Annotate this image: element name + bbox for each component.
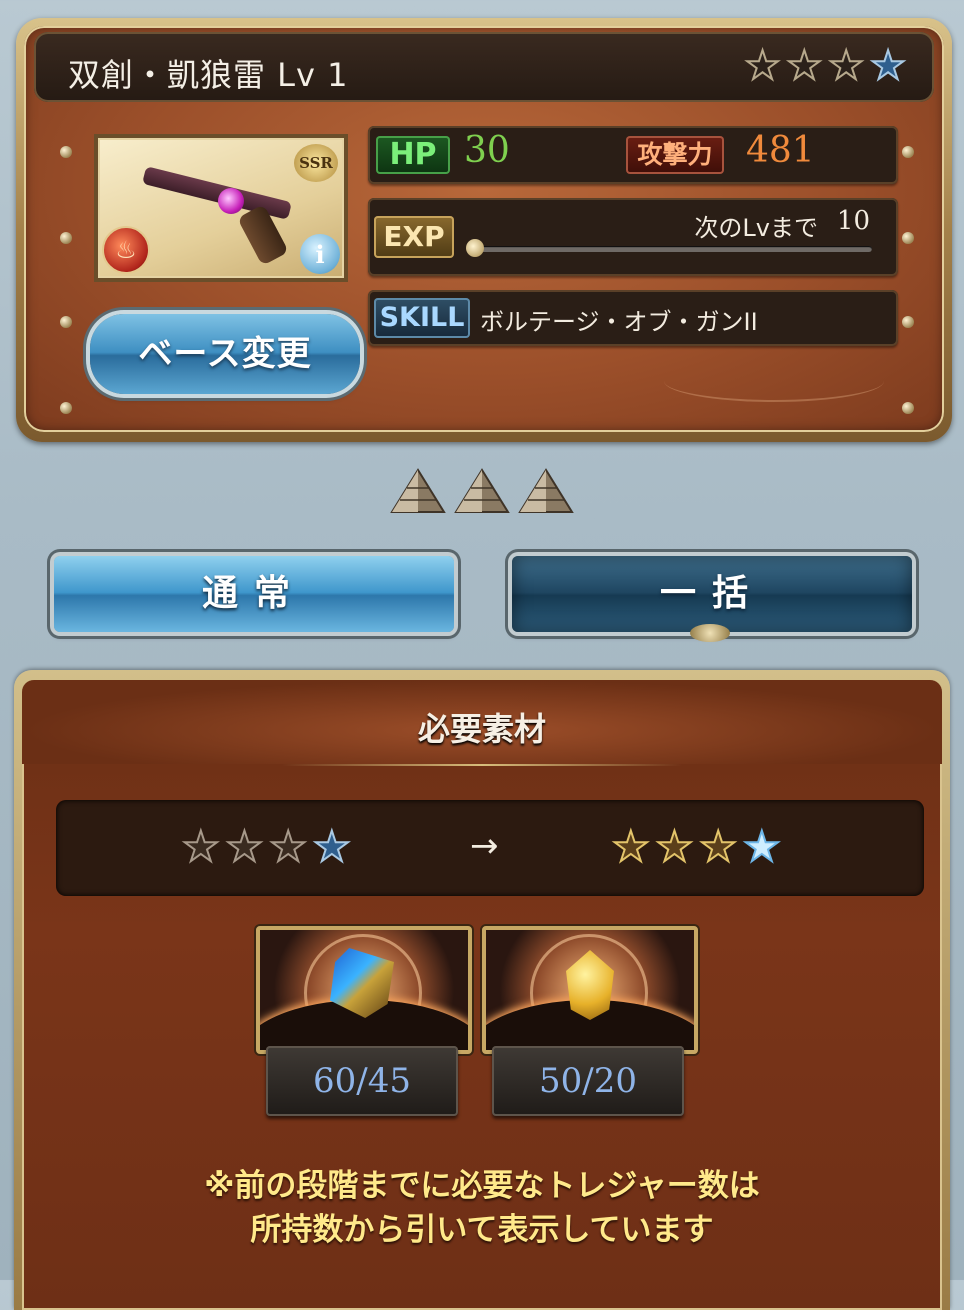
weapon-star-rating: ★ ★ ★ ★	[744, 43, 907, 89]
arrow-right-icon: →	[470, 826, 499, 866]
base-change-button[interactable]: ベース変更	[90, 314, 360, 394]
star-icon: ★	[827, 43, 865, 89]
star-icon: ★	[744, 43, 782, 89]
decorative-filigree	[664, 360, 884, 402]
material-item-gold-gem[interactable]	[482, 926, 698, 1054]
material-count: 50/20	[492, 1046, 684, 1116]
star-icon: ★	[181, 822, 221, 871]
attack-value: 481	[746, 130, 815, 171]
rivet-icon	[60, 146, 72, 158]
uncap-pyramid-icon	[518, 468, 574, 513]
selected-indicator-icon	[690, 624, 730, 642]
weapon-card: 双創・凱狼雷 Lv 1 ★ ★ ★ ★ SSR ♨ i ベース変更 HP 30 …	[16, 18, 952, 442]
ssr-badge: SSR	[294, 144, 338, 182]
attack-label: 攻撃力	[626, 136, 724, 174]
gold-star-icon: ★	[655, 822, 695, 871]
blue-star-icon: ★	[312, 822, 352, 871]
rivet-icon	[902, 402, 914, 414]
normal-mode-button[interactable]: 通常	[54, 556, 454, 632]
materials-title: 必要素材	[417, 710, 546, 748]
weapon-name: 双創・凱狼雷 Lv 1	[68, 56, 349, 94]
current-stars: ★ ★ ★ ★	[181, 822, 352, 871]
star-icon: ★	[225, 822, 265, 871]
materials-note: ※前の段階までに必要なトレジャー数は 所持数から引いて表示しています	[22, 1164, 942, 1252]
note-line-2: 所持数から引いて表示しています	[250, 1212, 714, 1248]
exp-progress-knob	[466, 239, 484, 257]
bulk-mode-button[interactable]: 一括	[512, 556, 912, 632]
rivet-icon	[60, 316, 72, 328]
rivet-icon	[60, 232, 72, 244]
divider	[282, 764, 682, 766]
weapon-thumbnail[interactable]: SSR ♨ i	[94, 134, 348, 282]
exp-label: EXP	[374, 216, 454, 258]
star-icon: ★	[268, 822, 308, 871]
uncap-pyramid-icon	[454, 468, 510, 513]
exp-panel: EXP 次のLvまで 10	[368, 198, 898, 276]
next-stars: ★ ★ ★ ★	[611, 822, 782, 871]
skill-panel: SKILL ボルテージ・オブ・ガンII	[368, 290, 898, 346]
note-line-1: ※前の段階までに必要なトレジャー数は	[204, 1168, 760, 1204]
gun-gem-image	[218, 188, 244, 214]
uncap-indicators	[390, 468, 574, 516]
material-count: 60/45	[266, 1046, 458, 1116]
material-item-blue-crystal[interactable]	[256, 926, 472, 1054]
skill-label: SKILL	[374, 298, 470, 338]
materials-panel-body: 必要素材 ★ ★ ★ ★ → ★ ★ ★ ★ 60/45 50/20 ※前の段階…	[22, 680, 942, 1310]
rivet-icon	[902, 232, 914, 244]
rivet-icon	[902, 316, 914, 328]
gold-star-icon: ★	[611, 822, 651, 871]
uncap-pyramid-icon	[390, 468, 446, 513]
light-blue-star-icon: ★	[742, 822, 782, 871]
materials-panel: 必要素材 ★ ★ ★ ★ → ★ ★ ★ ★ 60/45 50/20 ※前の段階…	[14, 670, 950, 1310]
blue-star-icon: ★	[869, 43, 907, 89]
gold-star-icon: ★	[698, 822, 738, 871]
rivet-icon	[60, 402, 72, 414]
fire-element-icon: ♨	[102, 226, 150, 274]
rivet-icon	[902, 146, 914, 158]
exp-progress-bar	[466, 239, 872, 257]
star-icon: ★	[785, 43, 823, 89]
weapon-title-bar: 双創・凱狼雷 Lv 1 ★ ★ ★ ★	[34, 32, 934, 102]
next-level-value: 10	[836, 206, 870, 236]
hp-label: HP	[376, 136, 450, 174]
gun-image	[142, 166, 292, 220]
hp-value: 30	[464, 130, 510, 171]
next-level-label: 次のLvまで	[694, 214, 818, 242]
star-comparison: ★ ★ ★ ★ → ★ ★ ★ ★	[56, 800, 924, 896]
weapon-card-panel: 双創・凱狼雷 Lv 1 ★ ★ ★ ★ SSR ♨ i ベース変更 HP 30 …	[24, 26, 944, 432]
skill-name[interactable]: ボルテージ・オブ・ガンII	[480, 302, 758, 337]
hp-atk-panel: HP 30 攻撃力 481	[368, 126, 898, 184]
info-icon[interactable]: i	[300, 234, 340, 274]
